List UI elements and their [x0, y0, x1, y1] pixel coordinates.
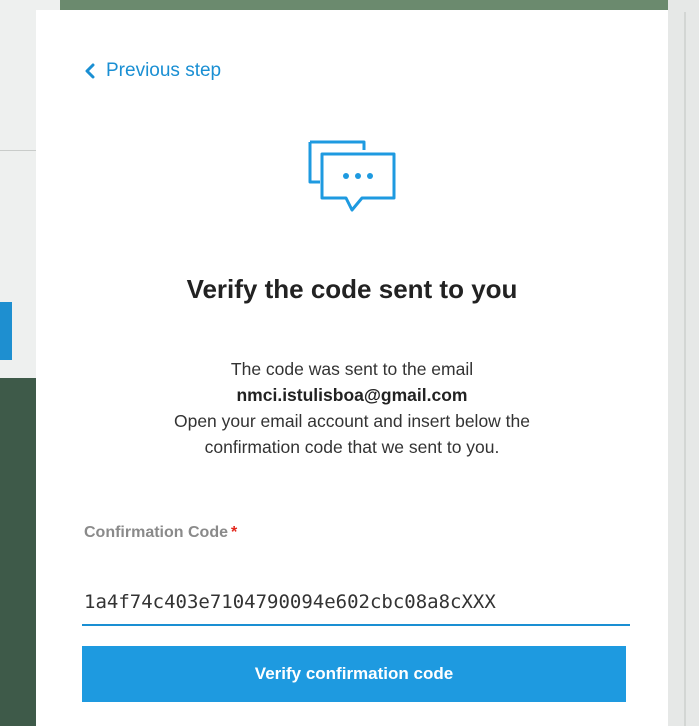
- previous-step-link[interactable]: Previous step: [84, 60, 221, 82]
- dialog-description: The code was sent to the email nmci.istu…: [36, 356, 668, 460]
- chevron-left-icon: [85, 63, 95, 79]
- background-window-top: [0, 0, 699, 10]
- verify-confirmation-code-button[interactable]: Verify confirmation code: [82, 646, 626, 702]
- background-scroll-edge: [684, 12, 686, 726]
- verify-code-dialog: Previous step Verify the code sent to yo…: [36, 10, 668, 726]
- confirmation-code-label: Confirmation Code *: [84, 524, 237, 542]
- previous-step-label: Previous step: [106, 60, 222, 81]
- dialog-title: Verify the code sent to you: [186, 274, 518, 304]
- description-line-3: Open your email account and insert below…: [173, 411, 531, 431]
- description-line-1: The code was sent to the email: [230, 359, 474, 379]
- background-left-lower: [0, 378, 36, 726]
- recipient-email: nmci.istulisboa@gmail.com: [236, 385, 468, 405]
- confirmation-code-input[interactable]: [82, 580, 630, 626]
- description-line-4: confirmation code that we sent to you.: [204, 437, 500, 457]
- confirmation-code-label-text: Confirmation Code: [84, 524, 228, 541]
- required-asterisk: *: [231, 524, 238, 541]
- chat-bubbles-icon: [308, 140, 396, 212]
- background-accent-bar: [0, 302, 12, 360]
